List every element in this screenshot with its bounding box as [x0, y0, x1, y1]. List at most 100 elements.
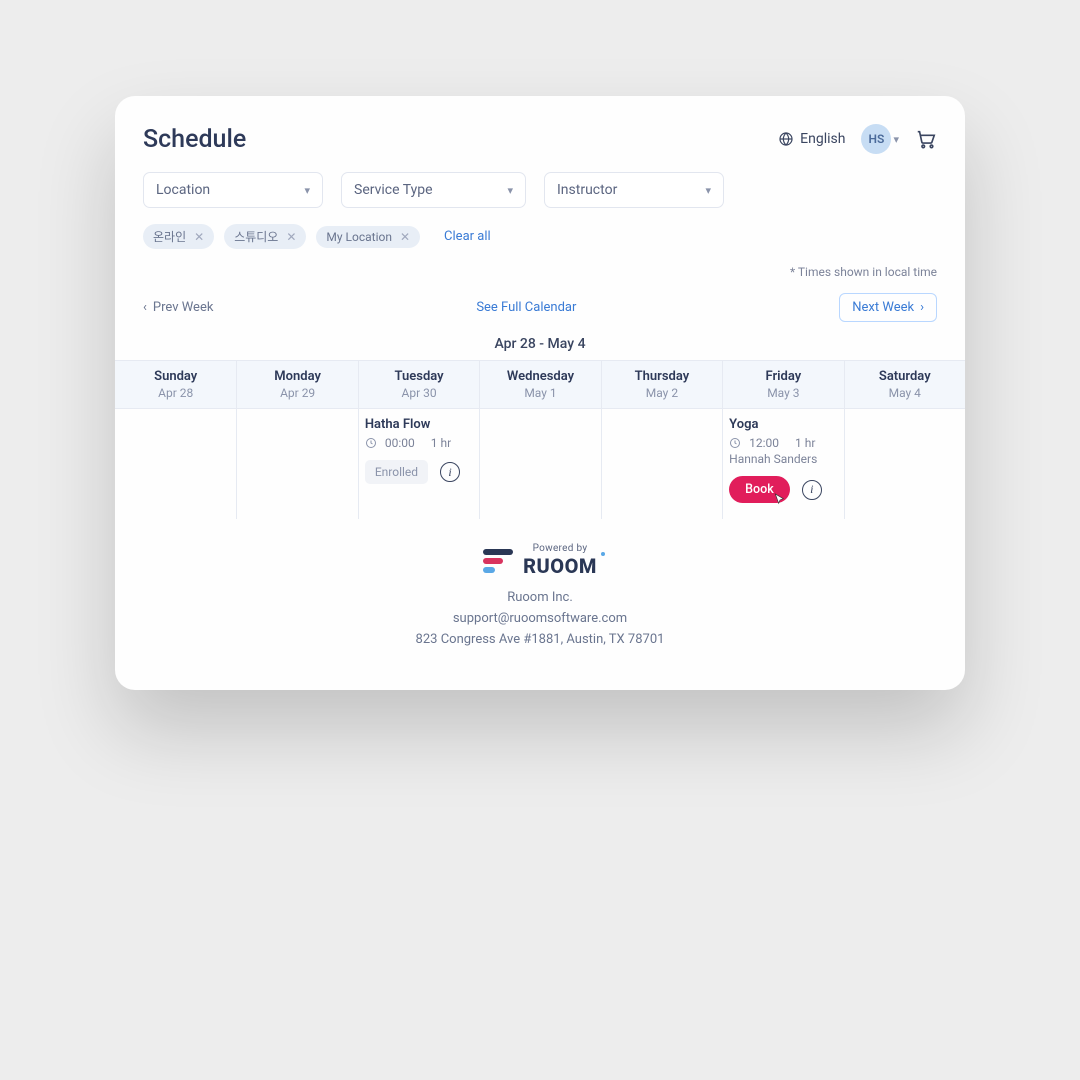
day-date: May 2 [606, 386, 718, 400]
chip-label: 온라인 [153, 228, 186, 245]
day-header: Friday May 3 [722, 361, 843, 408]
clock-icon [729, 437, 741, 449]
day-name: Thursday [606, 369, 718, 384]
day-date: Apr 30 [363, 386, 475, 400]
day-date: May 4 [849, 386, 961, 400]
day-header: Monday Apr 29 [236, 361, 357, 408]
chevron-down-icon: ▾ [304, 184, 310, 197]
event-card: Yoga 12:00 1 hr Hannah Sanders Book [729, 417, 837, 503]
footer-company: Ruoom Inc. [115, 588, 965, 609]
prev-week-button[interactable]: ‹ Prev Week [143, 300, 213, 315]
header: Schedule English HS ▾ [115, 124, 965, 172]
day-header: Saturday May 4 [844, 361, 965, 408]
chevron-down-icon: ▾ [893, 133, 899, 146]
chip-label: My Location [326, 230, 392, 244]
chevron-down-icon: ▾ [705, 184, 711, 197]
instructor-select[interactable]: Instructor ▾ [544, 172, 724, 208]
app-card: Schedule English HS ▾ [115, 96, 965, 690]
day-date: Apr 29 [241, 386, 353, 400]
info-icon[interactable]: i [802, 480, 822, 500]
event-instructor: Hannah Sanders [729, 452, 837, 466]
week-header: Sunday Apr 28 Monday Apr 29 Tuesday Apr … [115, 360, 965, 409]
instructor-select-label: Instructor [557, 182, 617, 198]
day-cell-tue: Hatha Flow 00:00 1 hr Enrolled i [358, 409, 479, 519]
week-nav: ‹ Prev Week See Full Calendar Next Week … [115, 293, 965, 324]
event-card: Hatha Flow 00:00 1 hr Enrolled i [365, 417, 473, 484]
location-select-label: Location [156, 182, 210, 198]
timezone-note: * Times shown in local time [115, 259, 965, 293]
day-cell-thu [601, 409, 722, 519]
chevron-right-icon: › [920, 300, 924, 315]
day-name: Friday [727, 369, 839, 384]
info-icon[interactable]: i [440, 462, 460, 482]
day-date: May 1 [484, 386, 596, 400]
header-right: English HS ▾ [778, 124, 937, 154]
day-name: Tuesday [363, 369, 475, 384]
full-calendar-link[interactable]: See Full Calendar [476, 300, 576, 315]
chip-label: 스튜디오 [234, 228, 278, 245]
service-type-select-label: Service Type [354, 182, 433, 198]
day-name: Sunday [119, 369, 232, 384]
day-name: Saturday [849, 369, 961, 384]
event-meta: 12:00 1 hr [729, 436, 837, 450]
next-week-button[interactable]: Next Week › [839, 293, 937, 322]
chevron-left-icon: ‹ [143, 300, 147, 315]
book-button[interactable]: Book [729, 476, 790, 503]
clear-all-link[interactable]: Clear all [444, 229, 491, 244]
day-cell-sat [844, 409, 965, 519]
day-header: Wednesday May 1 [479, 361, 600, 408]
filter-chip[interactable]: 스튜디오 ✕ [224, 224, 306, 249]
week-cells: Hatha Flow 00:00 1 hr Enrolled i Yoga [115, 409, 965, 519]
language-label: English [800, 131, 845, 147]
day-name: Monday [241, 369, 353, 384]
day-date: May 3 [727, 386, 839, 400]
day-cell-sun [115, 409, 236, 519]
brand-name: RUOOM [523, 554, 597, 578]
day-cell-fri: Yoga 12:00 1 hr Hannah Sanders Book [722, 409, 843, 519]
footer-address: 823 Congress Ave #1881, Austin, TX 78701 [115, 630, 965, 651]
location-select[interactable]: Location ▾ [143, 172, 323, 208]
event-time: 00:00 [385, 436, 415, 450]
day-cell-wed [479, 409, 600, 519]
prev-week-label: Prev Week [153, 300, 214, 315]
cart-button[interactable] [915, 128, 937, 150]
day-date: Apr 28 [119, 386, 232, 400]
footer-email[interactable]: support@ruoomsoftware.com [115, 609, 965, 630]
book-button-label: Book [745, 482, 774, 497]
event-name: Hatha Flow [365, 417, 473, 432]
filter-chip[interactable]: My Location ✕ [316, 226, 420, 248]
day-header: Thursday May 2 [601, 361, 722, 408]
chevron-down-icon: ▾ [507, 184, 513, 197]
enrolled-badge: Enrolled [365, 460, 428, 484]
cursor-icon [772, 491, 788, 509]
brand-logo-icon [483, 549, 513, 573]
day-name: Wednesday [484, 369, 596, 384]
clock-icon [365, 437, 377, 449]
service-type-select[interactable]: Service Type ▾ [341, 172, 526, 208]
close-icon[interactable]: ✕ [194, 230, 204, 244]
footer: Powered by RUOOM Ruoom Inc. support@ruoo… [115, 519, 965, 650]
cart-icon [915, 128, 937, 150]
event-duration: 1 hr [795, 436, 815, 450]
user-menu[interactable]: HS ▾ [861, 124, 899, 154]
chips-row: 온라인 ✕ 스튜디오 ✕ My Location ✕ Clear all [115, 218, 965, 259]
event-time: 12:00 [749, 436, 779, 450]
close-icon[interactable]: ✕ [286, 230, 296, 244]
event-meta: 00:00 1 hr [365, 436, 473, 450]
event-duration: 1 hr [431, 436, 451, 450]
language-selector[interactable]: English [778, 131, 845, 147]
globe-icon [778, 131, 794, 147]
filter-chip[interactable]: 온라인 ✕ [143, 224, 214, 249]
close-icon[interactable]: ✕ [400, 230, 410, 244]
event-name: Yoga [729, 417, 837, 432]
avatar: HS [861, 124, 891, 154]
page-title: Schedule [143, 125, 246, 154]
day-cell-mon [236, 409, 357, 519]
powered-by-label: Powered by [523, 543, 597, 554]
next-week-label: Next Week [852, 300, 914, 315]
filter-row: Location ▾ Service Type ▾ Instructor ▾ [115, 172, 965, 218]
brand: Powered by RUOOM [115, 543, 965, 578]
day-header: Tuesday Apr 30 [358, 361, 479, 408]
date-range: Apr 28 - May 4 [115, 324, 965, 360]
day-header: Sunday Apr 28 [115, 361, 236, 408]
